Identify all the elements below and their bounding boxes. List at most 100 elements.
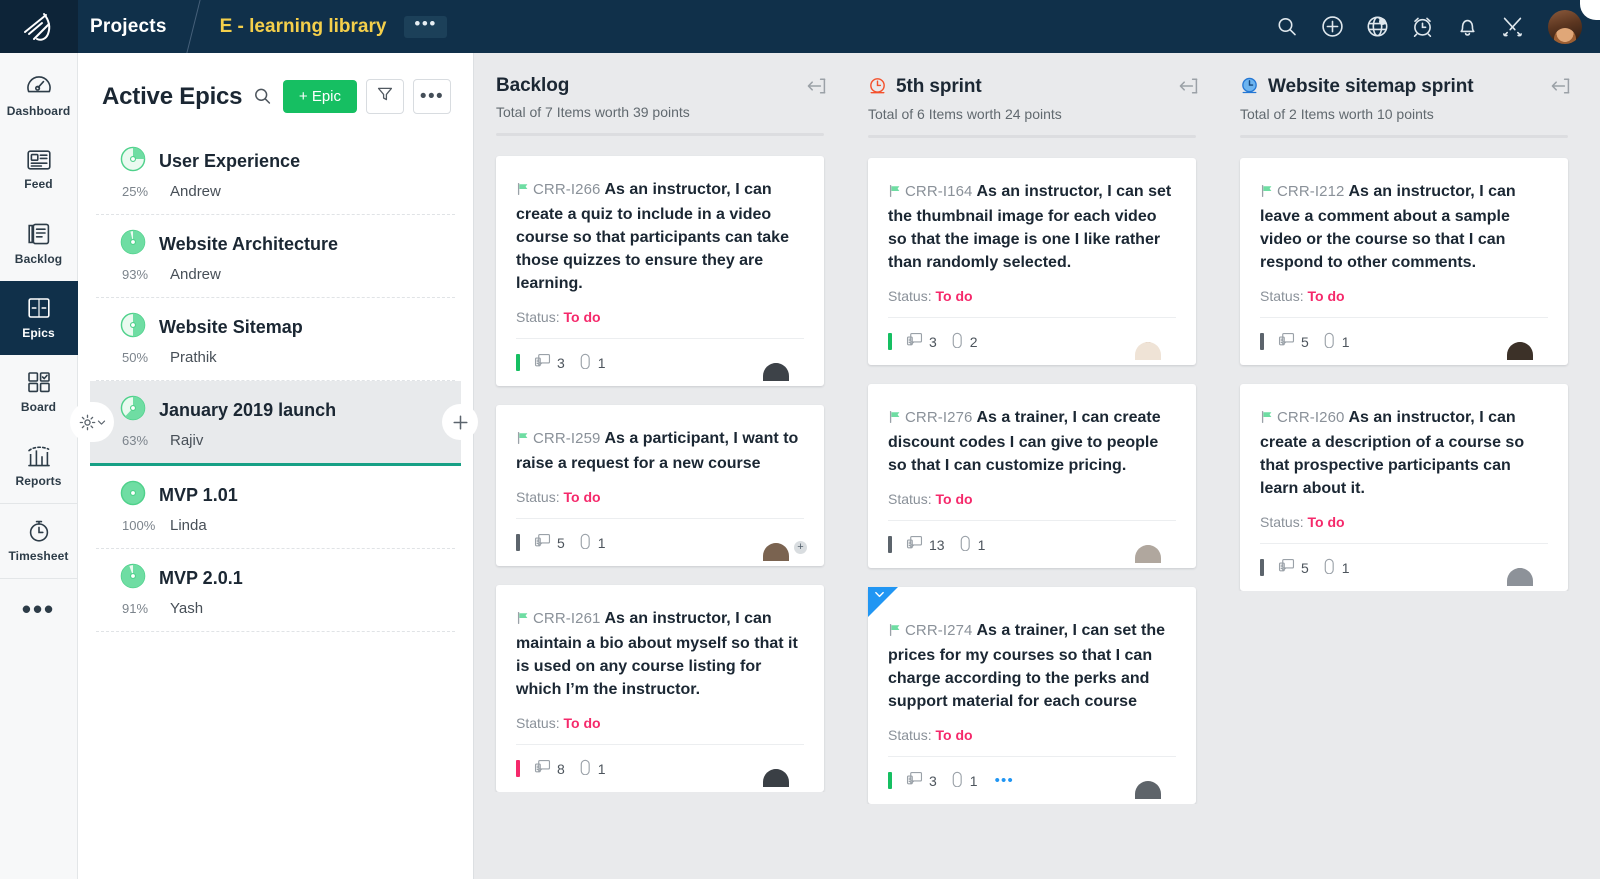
app-logo[interactable] [0,0,78,53]
breadcrumb-project-name[interactable]: E - learning library [194,0,405,53]
add-circle-icon[interactable] [1319,14,1345,40]
epic-name-line: User Experience [120,146,433,177]
search-icon[interactable] [1274,14,1300,40]
card-status: Status: To do [888,491,1176,507]
attachment-count-value: 2 [969,333,978,350]
attachment-count-value: 1 [597,760,606,777]
alarm-clock-icon[interactable] [1409,14,1435,40]
project-overflow-button[interactable]: ••• [404,15,447,38]
comment-icon [906,332,923,351]
card-footer: 3 1 ••• [888,756,1176,804]
sidebar-item-epics[interactable]: Epics [0,281,78,355]
column-subtitle: Total of 6 Items worth 24 points [868,106,1062,122]
list-item[interactable]: MVP 1.01 100% Linda [96,466,455,549]
epic-progress-percent: 63% [122,433,149,448]
comment-count[interactable]: 5 [534,533,565,552]
epic-meta: 25% Andrew [120,183,433,200]
card[interactable]: CRR-I266 As an instructor, I can create a… [496,156,824,386]
bell-icon[interactable] [1454,14,1480,40]
sidebar-item-timesheet[interactable]: Timesheet [0,504,78,578]
collapse-left-icon[interactable] [1551,77,1572,100]
sidebar-more-button[interactable]: ••• [0,579,78,639]
comment-count-value: 3 [929,333,937,350]
card-status: Status: To do [516,489,804,505]
card[interactable]: CRR-I274 As a trainer, I can set the pric… [868,587,1196,804]
card[interactable]: CRR-I276 As a trainer, I can create disco… [868,384,1196,568]
attachment-count[interactable]: 1 [579,759,606,778]
sidebar-item-reports[interactable]: Reports [0,429,78,503]
globe-icon[interactable] [1364,14,1390,40]
body: Dashboard Feed Backlog Epics Board Repor… [0,53,1600,879]
sidebar-item-dashboard[interactable]: Dashboard [0,59,78,133]
priority-bar [888,333,892,350]
card-status-label: Status: [1260,288,1304,304]
comment-count[interactable]: 8 [534,759,565,778]
epics-search-icon[interactable] [253,87,272,106]
epic-settings-button[interactable] [70,402,114,442]
collapse-left-icon[interactable] [1179,77,1200,100]
topbar-icon-group [1274,9,1600,44]
comment-count[interactable]: 5 [1278,558,1309,577]
list-item[interactable]: Website Sitemap 50% Prathik [96,298,455,381]
attachment-count[interactable]: 1 [951,771,978,790]
attachment-count[interactable]: 1 [1323,558,1350,577]
sidebar-item-backlog[interactable]: Backlog [0,207,78,281]
epic-progress-percent: 100% [122,518,156,533]
chevron-down-icon[interactable] [874,589,885,602]
add-assignee-icon[interactable]: + [794,540,807,554]
column-title-line: Website sitemap sprint [1240,75,1568,99]
attachment-icon [579,533,592,552]
card-status: Status: To do [516,309,804,325]
list-item[interactable]: Website Architecture 93% Andrew [96,215,455,298]
comment-count[interactable]: 3 [906,771,937,790]
card-status-label: Status: [888,727,932,743]
sidebar-item-label: Board [20,400,57,414]
user-avatar[interactable] [1548,9,1582,44]
list-item[interactable]: User Experience 25% Andrew [96,132,455,215]
attachment-count[interactable]: 2 [951,332,978,351]
epic-meta: 50% Prathik [120,349,433,366]
epic-owner: Andrew [170,266,221,283]
comment-count[interactable]: 3 [534,353,565,372]
attachment-count[interactable]: 1 [1323,332,1350,351]
status-badge: To do [563,489,601,505]
card-status: Status: To do [888,727,1176,743]
comment-count-value: 3 [929,772,937,789]
comment-count[interactable]: 13 [906,535,945,554]
card-status-label: Status: [888,288,932,304]
collapse-left-icon[interactable] [807,77,828,100]
epic-progress-icon [120,312,146,343]
sidebar-item-board[interactable]: Board [0,355,78,429]
list-item[interactable]: MVP 2.0.1 91% Yash [96,549,455,632]
comment-count[interactable]: 3 [906,332,937,351]
sidebar-item-feed[interactable]: Feed [0,133,78,207]
card[interactable]: CRR-I212 As an instructor, I can leave a … [1240,158,1568,365]
list-item-selected[interactable]: January 2019 launch 63% Rajiv [70,381,478,466]
card-footer: 13 1 [888,520,1176,568]
card[interactable]: CRR-I260 As an instructor, I can create a… [1240,384,1568,591]
tools-icon[interactable] [1499,14,1525,40]
nav-projects[interactable]: Projects [78,0,193,53]
epic-name: MVP 1.01 [159,485,238,505]
add-item-to-epic-button[interactable] [442,404,478,440]
column-card-list: CRR-I266 As an instructor, I can create a… [474,136,846,792]
comment-count[interactable]: 5 [1278,332,1309,351]
backlog-icon [26,222,52,246]
epics-more-button[interactable]: ••• [413,79,451,114]
story-flag-icon [888,621,902,644]
left-nav-rail: Dashboard Feed Backlog Epics Board Repor… [0,53,78,879]
filter-button[interactable] [366,79,404,114]
attachment-count[interactable]: 1 [959,535,986,554]
epic-progress-percent: 50% [122,350,149,365]
attachment-count[interactable]: 1 [579,353,606,372]
card[interactable]: CRR-I164 As an instructor, I can set the … [868,158,1196,365]
attachment-count[interactable]: 1 [579,533,606,552]
attachment-icon [1323,558,1336,577]
card[interactable]: CRR-I259 As a participant, I want to rais… [496,405,824,566]
card-more-button[interactable]: ••• [995,773,1014,788]
card[interactable]: CRR-I261 As an instructor, I can maintain… [496,585,824,792]
add-epic-button[interactable]: + Epic [282,80,357,113]
card-id: CRR-I261 [533,610,601,627]
epic-meta: 93% Andrew [120,266,433,283]
attachment-count-value: 1 [977,536,986,553]
